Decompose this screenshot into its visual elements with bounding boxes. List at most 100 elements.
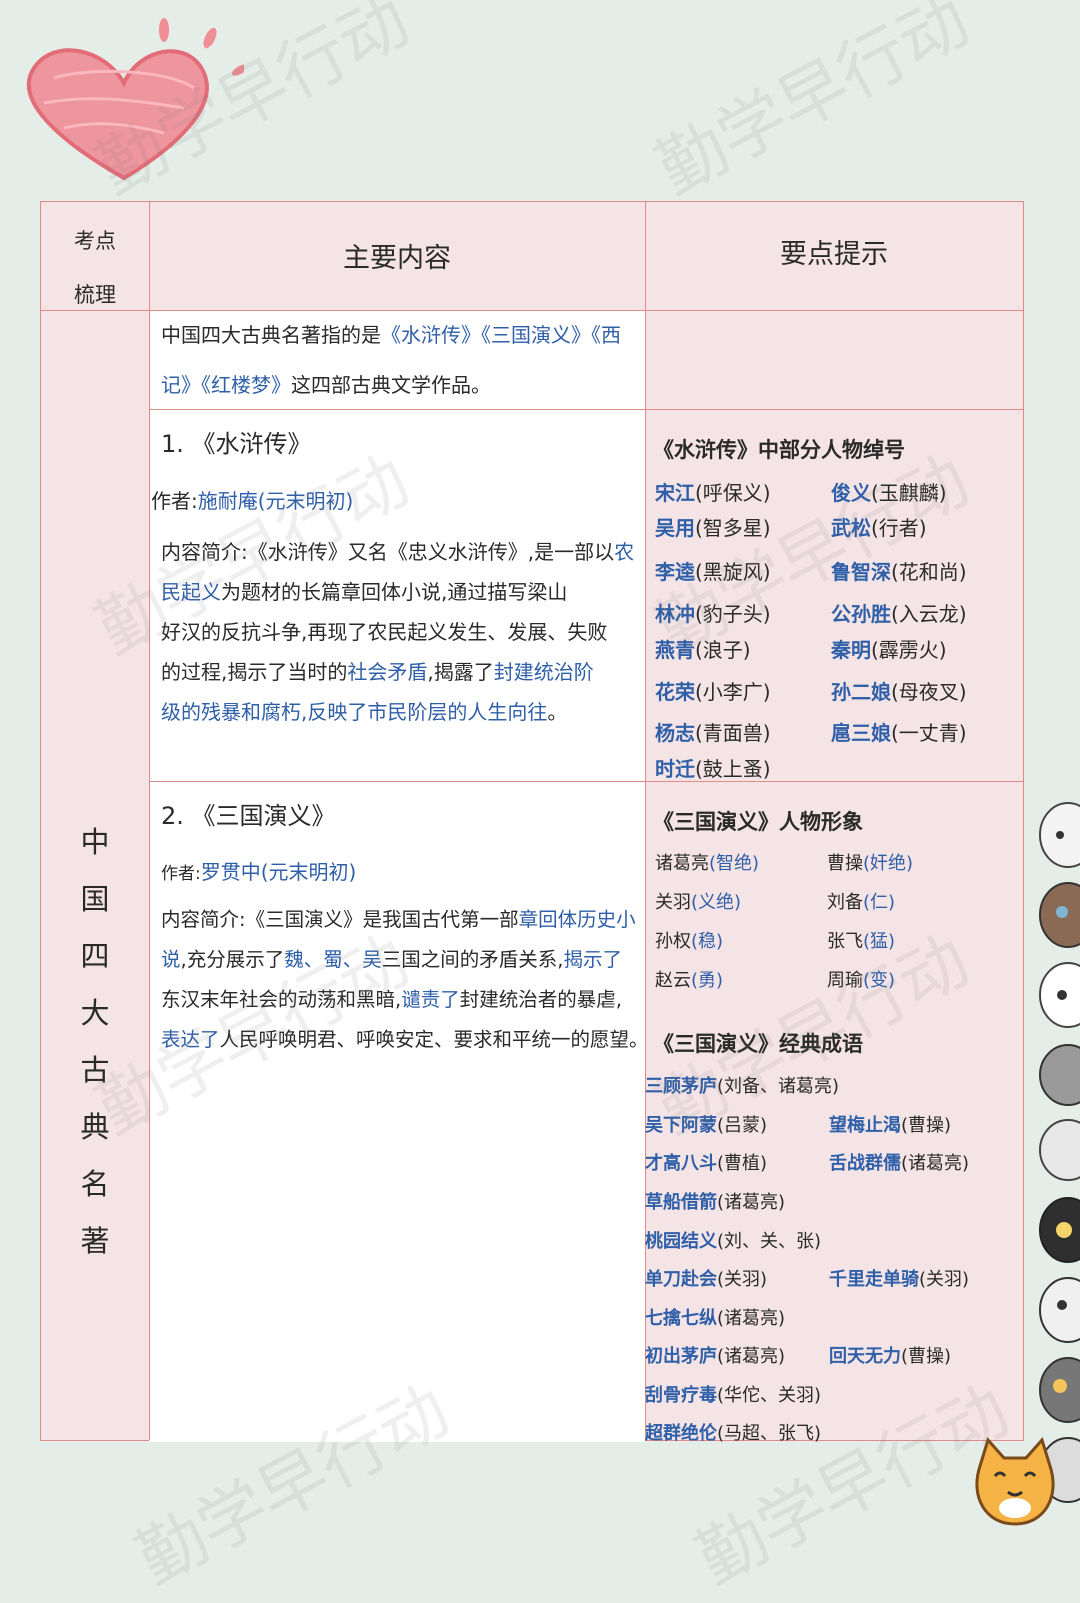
character-name: 李逵 [655,560,695,584]
shuihu-author: 作者:施耐庵(元末明初) [151,489,354,513]
nickname-row: 时迁(鼓上蚤) [655,753,771,782]
nickname: (呼保义) [695,481,771,505]
character-trait: (仁) [863,892,896,913]
character-name: 杨志 [655,721,695,745]
idiom: 三顾茅庐 [645,1076,717,1097]
cat-stickers-icon [1039,802,1080,1503]
character-name: 刘备 [827,892,863,913]
idiom-row: 草船借箭(诸葛亮) [645,1188,785,1214]
idiom: 单刀赴会 [645,1269,717,1290]
nickname: (花和尚) [891,560,967,584]
nickname: (一丈青) [891,721,967,745]
character-name: 扈三娘 [831,721,891,745]
idiom: 望梅止渴 [829,1115,901,1136]
nickname-row: 花荣(小李广) 孙二娘(母夜叉) [655,676,967,705]
idiom-row: 刮骨疗毒(华佗、关羽) [645,1381,821,1407]
nickname-row: 林冲(豹子头) 公孙胜(入云龙) [655,598,967,627]
side-char: 中 [80,825,110,859]
side-char: 著 [80,1224,110,1258]
side-char: 古 [80,1053,110,1087]
idiom-row: 才高八斗(曹植) 舌战群儒(诸葛亮) [645,1149,969,1175]
nickname: (霹雳火) [871,638,947,662]
character-name: 孙权 [655,931,691,952]
header-col1-line2: 梳理 [74,283,116,307]
heart-doodle-icon [27,18,244,181]
nickname-row: 李逵(黑旋风) 鲁智深(花和尚) [655,556,967,585]
idiom-row: 三顾茅庐(刘备、诸葛亮) [645,1072,839,1098]
character-trait: (变) [863,970,896,991]
character-row: 诸葛亮(智绝) 曹操(奸绝) [655,849,913,875]
idiom-row: 吴下阿蒙(吕蒙) 望梅止渴(曹操) [645,1111,951,1137]
idiom: 七擒七纵 [645,1308,717,1329]
character-name: 赵云 [655,970,691,991]
idiom-person: (关羽) [919,1269,970,1290]
orange-cat-icon [975,1437,1055,1526]
character-trait: (勇) [691,970,724,991]
idiom-row: 桃园结义(刘、关、张) [645,1227,821,1253]
idiom: 吴下阿蒙 [645,1115,717,1136]
character-row: 关羽(义绝) 刘备(仁) [655,888,895,914]
idiom-person: (诸葛亮) [901,1153,970,1174]
character-row: 赵云(勇) 周瑜(变) [655,966,895,992]
idiom: 超群绝伦 [645,1423,717,1444]
idiom-person: (吕蒙) [717,1115,768,1136]
idiom-person: (曹植) [717,1153,768,1174]
sanguo-characters-title: 《三国演义》人物形象 [653,810,863,834]
nickname: (智多星) [695,516,771,540]
idiom: 桃园结义 [645,1231,717,1252]
intro-text: 中国四大古典名著指的是《水浒传》《三国演义》《西 记》《红楼梦》这四部古典文学作… [161,323,621,397]
nickname: (青面兽) [695,721,771,745]
idiom: 舌战群儒 [829,1153,901,1174]
character-name: 宋江 [655,481,695,505]
sanguo-author: 作者:罗贯中(元末明初) [161,860,357,884]
sanguo-title: 2. 《三国演义》 [161,802,336,830]
character-name: 关羽 [655,892,691,913]
side-char: 名 [80,1167,110,1201]
nickname: (豹子头) [695,602,771,626]
shuihu-summary: 内容简介:《水浒传》又名《忠义水浒传》,是一部以农 民起义为题材的长篇章回体小说… [161,540,635,724]
character-trait: (义绝) [691,892,742,913]
character-name: 鲁智深 [831,560,891,584]
idiom-person: (诸葛亮) [717,1308,786,1329]
header-col1-line1: 考点 [74,229,116,253]
nickname: (小李广) [695,680,771,704]
character-trait: (稳) [691,931,724,952]
character-name: 曹操 [827,853,863,874]
outline-table: 考点 梳理 主要内容 要点提示 中 国 四 大 古 典 名 著 中国四大古典名著… [40,201,1024,1444]
character-trait: (智绝) [709,853,760,874]
character-name: 周瑜 [827,970,863,991]
character-name: 时迁 [655,757,695,781]
sanguo-idioms-title: 《三国演义》经典成语 [653,1032,863,1056]
character-name: 俊义 [831,481,871,505]
nickname-row: 宋江(呼保义) 俊义(玉麒麟) [655,477,947,506]
nickname: (浪子) [695,638,751,662]
idiom: 才高八斗 [645,1153,717,1174]
side-title: 中 国 四 大 古 典 名 著 [41,814,149,1270]
idiom: 千里走单骑 [829,1269,919,1290]
shuihu-title: 1. 《水浒传》 [161,430,312,458]
shuihu-nicknames-title: 《水浒传》中部分人物绰号 [653,438,905,462]
side-char: 典 [80,1110,110,1144]
idiom-row: 超群绝伦(马超、张飞) [645,1419,821,1445]
nickname: (黑旋风) [695,560,771,584]
nickname: (入云龙) [891,602,967,626]
header-col1: 考点 梳理 [41,214,149,322]
side-char: 国 [80,882,110,916]
character-name: 公孙胜 [831,602,891,626]
nickname: (行者) [871,516,927,540]
header-main-content: 主要内容 [343,243,451,274]
character-name: 燕青 [655,638,695,662]
side-char: 四 [80,939,110,973]
character-trait: (奸绝) [863,853,914,874]
idiom-person: (诸葛亮) [717,1346,786,1367]
character-name: 吴用 [655,516,695,540]
nickname: (鼓上蚤) [695,757,771,781]
nickname-row: 燕青(浪子) 秦明(霹雳火) [655,634,947,663]
watermark: 勤学早行动 [644,0,982,211]
idiom-row: 单刀赴会(关羽) 千里走单骑(关羽) [645,1265,969,1291]
idiom: 初出茅庐 [645,1346,717,1367]
character-name: 秦明 [831,638,871,662]
idiom-person: (曹操) [901,1115,952,1136]
idiom: 草船借箭 [645,1192,717,1213]
character-name: 花荣 [655,680,695,704]
